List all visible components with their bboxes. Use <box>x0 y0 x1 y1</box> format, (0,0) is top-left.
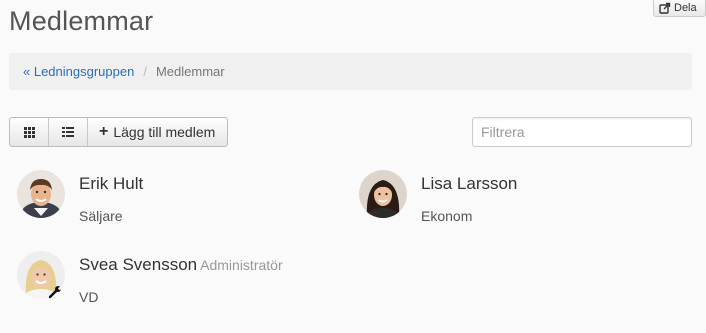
list-view-button[interactable] <box>49 118 88 146</box>
breadcrumb-current: Medlemmar <box>155 64 225 79</box>
share-button[interactable]: Dela <box>653 0 706 17</box>
avatar[interactable] <box>359 170 407 218</box>
member-title: VD <box>79 289 99 305</box>
share-icon <box>659 2 671 14</box>
add-member-button[interactable]: + Lägg till medlem <box>88 118 227 146</box>
share-button-label: Dela <box>674 2 697 14</box>
add-member-label: Lägg till medlem <box>113 124 216 140</box>
member-name: Svea Svensson Administratör <box>79 255 283 275</box>
member-role-badge: Administratör <box>200 257 283 273</box>
member-title: Ekonom <box>421 208 473 224</box>
plus-icon: + <box>99 122 109 140</box>
member-name[interactable]: Erik Hult <box>79 174 143 194</box>
wrench-icon <box>48 285 63 299</box>
page-title: Medlemmar <box>9 6 154 36</box>
breadcrumb-separator: / <box>143 64 147 79</box>
view-toolbar: + Lägg till medlem <box>9 117 229 147</box>
breadcrumb: « Ledningsgruppen / Medlemmar <box>9 53 692 90</box>
member-name-link[interactable]: Svea Svensson <box>79 255 197 274</box>
grid-icon <box>23 126 35 138</box>
avatar[interactable] <box>17 170 65 218</box>
member-name[interactable]: Lisa Larsson <box>421 174 517 194</box>
list-icon <box>62 127 74 137</box>
filter-input[interactable] <box>472 117 692 147</box>
member-title: Säljare <box>79 208 123 224</box>
grid-view-button[interactable] <box>10 118 49 146</box>
breadcrumb-parent-link[interactable]: « Ledningsgruppen <box>23 64 134 79</box>
